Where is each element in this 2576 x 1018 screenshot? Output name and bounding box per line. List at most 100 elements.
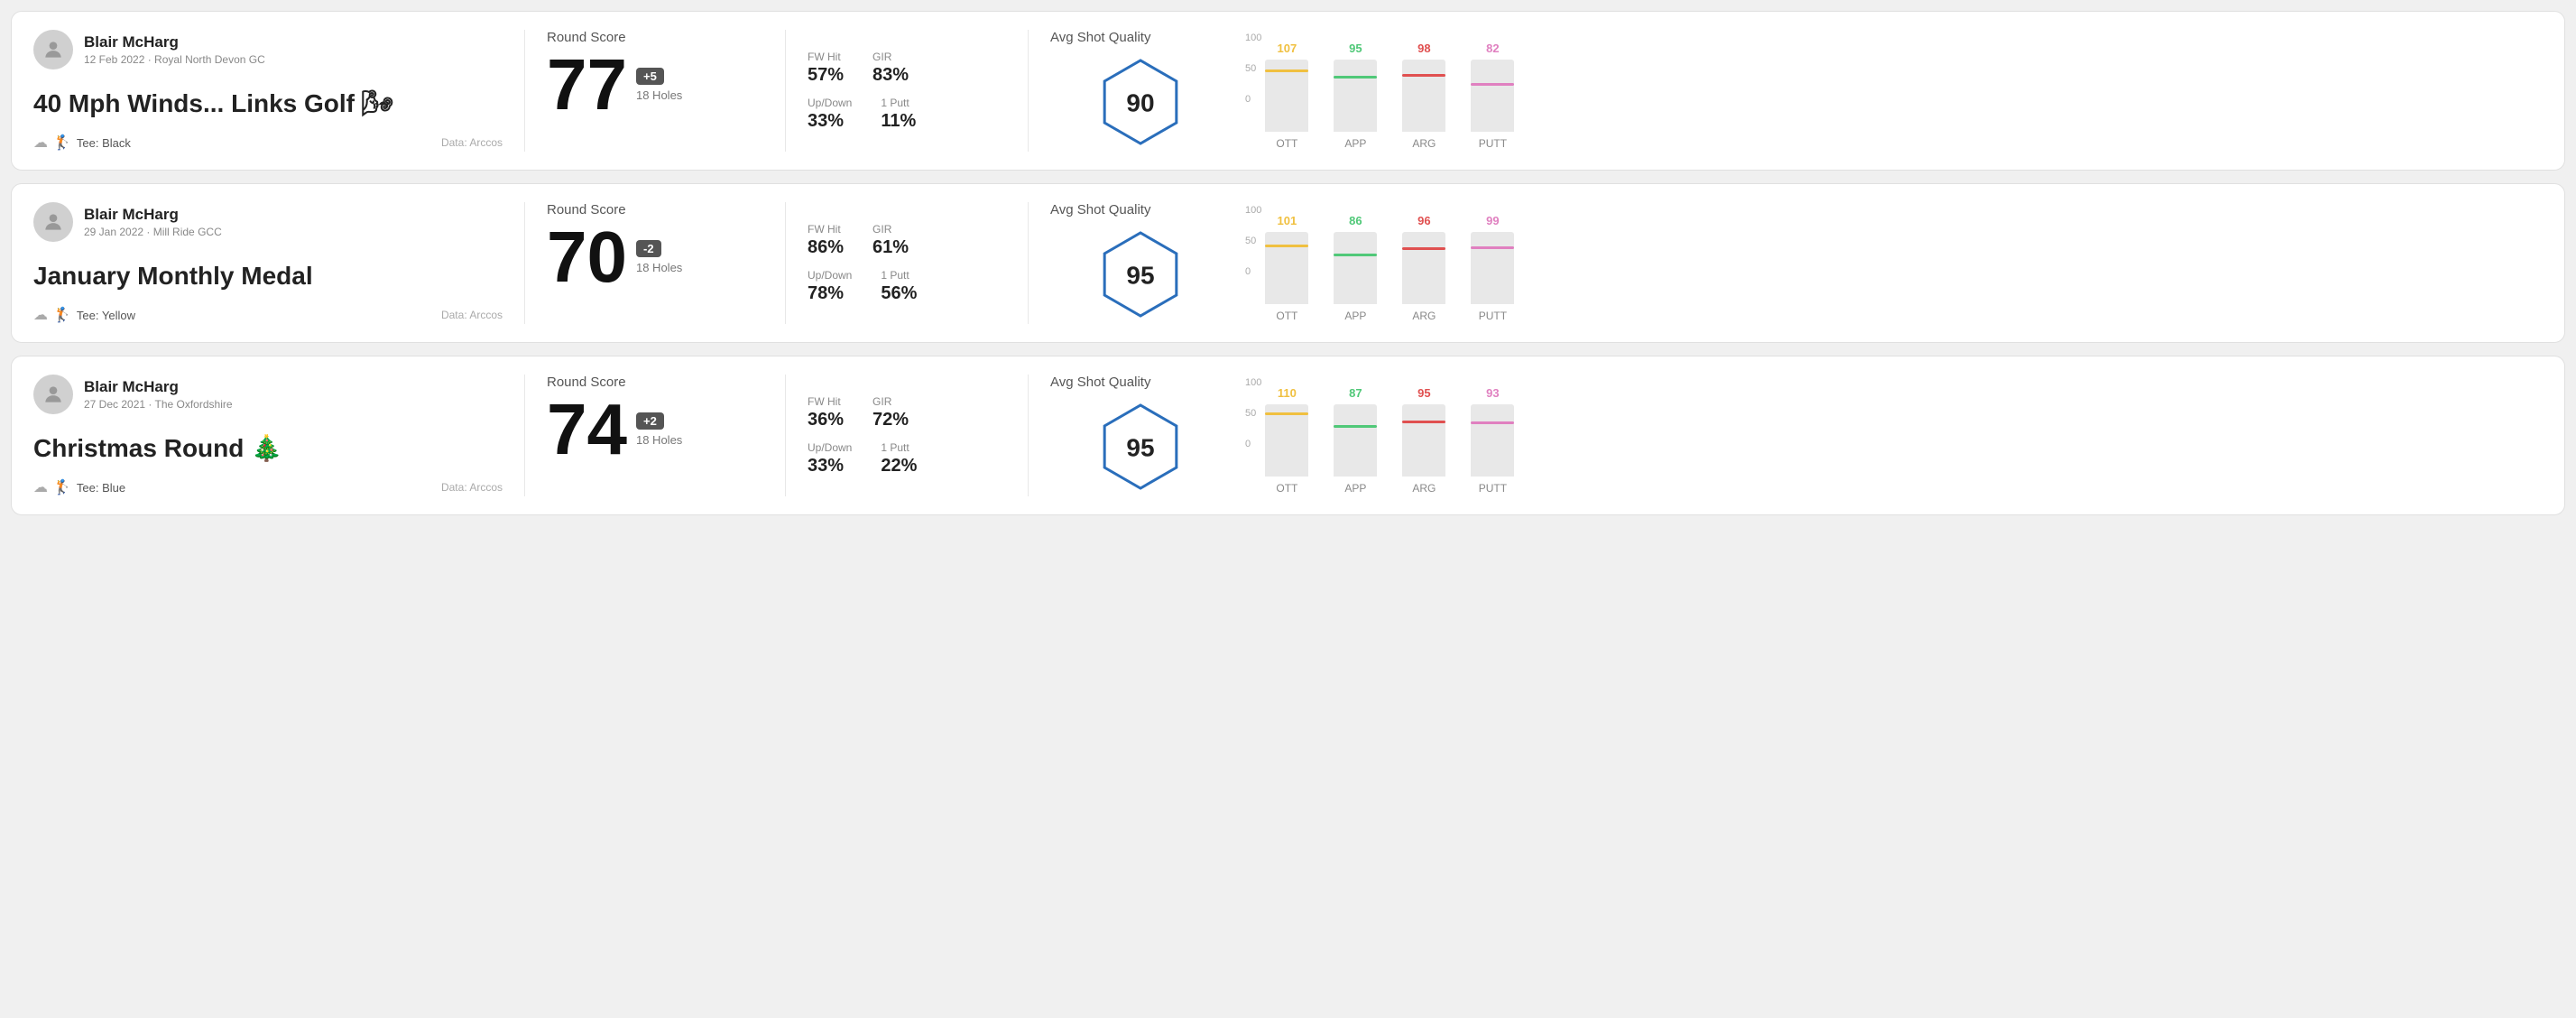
stat-updown: Up/Down 78% [808,269,852,304]
divider-1 [524,375,525,496]
stat-updown: Up/Down 33% [808,97,852,132]
score-main: 77 +518 Holes [547,49,763,121]
stat-value: 33% [808,456,852,477]
bottom-row: ☁ 🏌 Tee: Black Data: Arccos [33,134,503,152]
stat-name: FW Hit [808,395,844,408]
stats-section: FW Hit 36%GIR 72%Up/Down 33%1 Putt 22% [808,375,1006,496]
bar-label-ott: OTT [1276,482,1297,495]
tee-label: Tee: Yellow [77,309,135,322]
bar-value-arg: 95 [1417,386,1430,400]
tee-info: ☁ 🏌 Tee: Black [33,134,131,152]
hexagon-svg: 95 [1095,402,1186,492]
stat-name: GIR [873,51,909,63]
round-score-label: Round Score [547,202,763,217]
user-name: Blair McHarg [84,206,222,224]
avatar [33,202,73,242]
avatar [33,30,73,69]
stat-fw-hit: FW Hit 36% [808,395,844,430]
score-section: Round Score 77 +518 Holes [547,30,763,152]
score-diff-badge: -2 [636,240,661,257]
quality-section: Avg Shot Quality95 [1050,375,1231,496]
bar-value-arg: 98 [1417,42,1430,55]
hexagon-svg: 90 [1095,57,1186,147]
divider-3 [1028,202,1029,324]
tee-label: Tee: Black [77,136,131,150]
bottom-row: ☁ 🏌 Tee: YellowData: Arccos [33,306,503,324]
stat-name: FW Hit [808,51,844,63]
divider-3 [1028,30,1029,152]
bar-label-putt: PUTT [1479,482,1507,495]
score-diff-badge: +2 [636,412,664,430]
divider-1 [524,202,525,324]
bar-group-putt: 93 PUTT [1471,386,1514,495]
chart-section: 100500101OTT86APP96ARG99PUTT [1231,202,2543,324]
left-section: Blair McHarg29 Jan 2022 · Mill Ride GCCJ… [33,202,503,324]
user-name: Blair McHarg [84,378,233,396]
data-source: Data: Arccos [441,136,503,149]
stat-fw-hit: FW Hit 86% [808,223,844,258]
bar-label-app: APP [1344,482,1366,495]
holes-label: 18 Holes [636,88,682,102]
data-source: Data: Arccos [441,309,503,321]
bar-group-putt: 99PUTT [1471,214,1514,322]
stat-value: 33% [808,111,852,132]
stat-name: GIR [873,223,909,236]
bag-icon: 🏌 [53,306,71,324]
score-badge: -2 18 Holes [636,240,682,274]
left-section: Blair McHarg27 Dec 2021 · The Oxfordshir… [33,375,503,496]
bar-group-app: 87APP [1334,386,1377,495]
score-badge: +2 18 Holes [636,412,682,447]
divider-1 [524,30,525,152]
svg-text:90: 90 [1126,88,1154,116]
divider-2 [785,30,786,152]
bar-value-arg: 96 [1417,214,1430,227]
holes-label: 18 Holes [636,433,682,447]
stats-section: FW Hit 57% GIR 83% Up/Down 33% 1 Putt 11% [808,30,1006,152]
round-score-label: Round Score [547,30,763,45]
stat-fw-hit: FW Hit 57% [808,51,844,86]
bar-group-putt: 82PUTT [1471,42,1514,150]
score-number: 74 [547,393,627,466]
left-section: Blair McHarg12 Feb 2022 · Royal North De… [33,30,503,152]
stat-value: 36% [808,410,844,430]
round-card-round3: Blair McHarg27 Dec 2021 · The Oxfordshir… [11,356,2565,515]
stat-name: 1 Putt [881,441,917,454]
round-title: 40 Mph Winds... Links Golf 🌬 [33,88,503,119]
score-section: Round Score70-218 Holes [547,202,763,324]
bar-value-ott: 101 [1278,214,1297,227]
stat-value: 11% [881,111,916,132]
bar-label-ott: OTT [1276,310,1297,322]
quality-section: Avg Shot Quality90 [1050,30,1231,152]
stat-name: 1 Putt [881,97,916,109]
bar-group-arg: 96 ARG [1402,214,1445,322]
score-main: 74 +2 18 Holes [547,393,763,466]
score-number: 77 [547,49,627,121]
bar-group-arg: 98ARG [1402,42,1445,150]
hexagon-wrap: 90 [1091,52,1190,152]
divider-3 [1028,375,1029,496]
weather-icon: ☁ [33,134,48,152]
score-badge: +518 Holes [636,68,682,102]
avg-shot-quality-label: Avg Shot Quality [1050,202,1150,217]
bar-value-putt: 99 [1486,214,1499,227]
bar-value-putt: 82 [1486,42,1499,55]
round-card-round2: Blair McHarg29 Jan 2022 · Mill Ride GCCJ… [11,183,2565,343]
holes-label: 18 Holes [636,261,682,274]
bar-group-ott: 110OTT [1265,386,1308,495]
data-source: Data: Arccos [441,481,503,494]
bar-label-arg: ARG [1412,310,1436,322]
score-main: 70-218 Holes [547,221,763,293]
bar-value-putt: 93 [1486,386,1499,400]
stat-name: FW Hit [808,223,844,236]
stat-gir: GIR 83% [873,51,909,86]
bag-icon: 🏌 [53,478,71,496]
user-info: Blair McHarg12 Feb 2022 · Royal North De… [33,30,503,69]
chart-section: 100500107OTT95APP98ARG82PUTT [1231,30,2543,152]
svg-text:95: 95 [1126,433,1154,461]
bottom-row: ☁ 🏌 Tee: BlueData: Arccos [33,478,503,496]
stat-1-putt: 1 Putt 56% [881,269,917,304]
quality-section: Avg Shot Quality 95 [1050,202,1231,324]
bar-value-app: 86 [1349,214,1362,227]
stat-value: 22% [881,456,917,477]
hexagon-wrap: 95 [1091,225,1190,324]
